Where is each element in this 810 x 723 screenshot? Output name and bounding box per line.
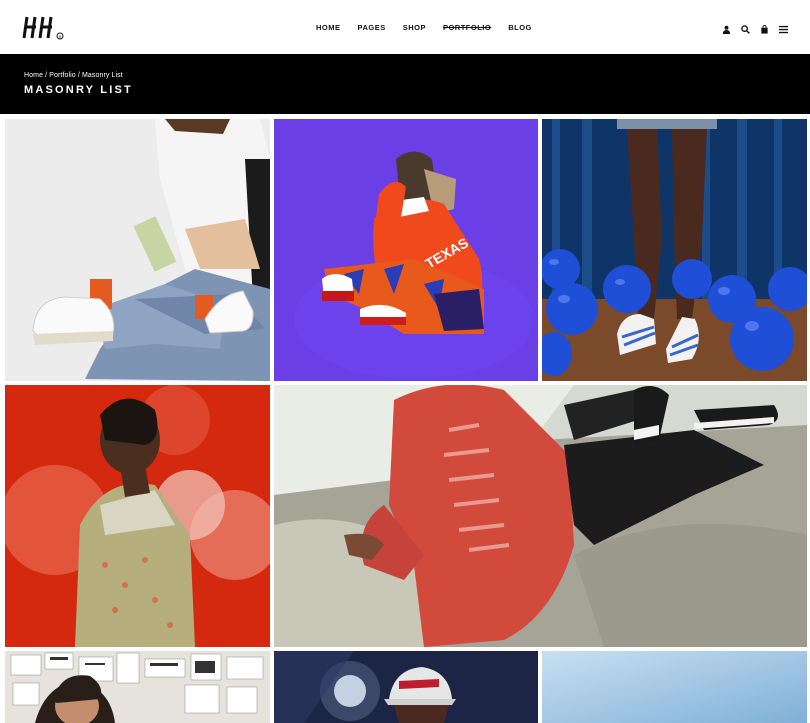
page-title: MASONRY LIST bbox=[24, 84, 133, 96]
header-actions bbox=[722, 21, 788, 34]
nav-home[interactable]: HOME bbox=[316, 22, 341, 34]
logo-mark: R bbox=[22, 16, 64, 40]
breadcrumb-home[interactable]: Home bbox=[24, 72, 43, 79]
portfolio-item-cap-portrait[interactable] bbox=[274, 651, 538, 723]
portfolio-item-red-portrait[interactable] bbox=[5, 385, 270, 647]
portfolio-image bbox=[542, 119, 807, 381]
portfolio-image bbox=[274, 651, 538, 723]
menu-icon[interactable] bbox=[779, 21, 788, 34]
site-logo[interactable]: R bbox=[22, 14, 68, 42]
portfolio-item-sky[interactable] bbox=[542, 651, 807, 723]
nav-pages[interactable]: PAGES bbox=[358, 22, 386, 34]
breadcrumb-current: Masonry List bbox=[81, 72, 123, 79]
portfolio-image bbox=[5, 651, 270, 723]
site-header: R HOME PAGES SHOP PORTFOLIO BLOG bbox=[0, 0, 810, 54]
portfolio-item-collage-wall[interactable] bbox=[5, 651, 270, 723]
portfolio-item-hoodie-pavement[interactable] bbox=[274, 385, 807, 647]
portfolio-image bbox=[5, 385, 270, 647]
search-icon[interactable] bbox=[741, 21, 750, 34]
portfolio-item-sneakers-denim[interactable] bbox=[5, 119, 270, 381]
breadcrumb: Home / Portfolio / Masonry List bbox=[24, 72, 123, 79]
main-nav: HOME PAGES SHOP PORTFOLIO BLOG bbox=[316, 22, 549, 34]
svg-text:R: R bbox=[59, 34, 62, 39]
portfolio-image bbox=[5, 119, 270, 381]
portfolio-image: TEXAS bbox=[274, 119, 538, 381]
portfolio-item-balloons[interactable] bbox=[542, 119, 807, 381]
breadcrumb-portfolio[interactable]: Portfolio bbox=[49, 72, 76, 79]
nav-blog[interactable]: BLOG bbox=[508, 22, 532, 34]
user-icon[interactable] bbox=[722, 21, 731, 34]
nav-shop[interactable]: SHOP bbox=[403, 22, 426, 34]
portfolio-item-texas-jacket[interactable]: TEXAS bbox=[274, 119, 538, 381]
portfolio-image bbox=[542, 651, 807, 723]
bag-icon[interactable] bbox=[760, 21, 769, 34]
nav-portfolio[interactable]: PORTFOLIO bbox=[443, 22, 491, 34]
portfolio-image bbox=[274, 385, 807, 647]
